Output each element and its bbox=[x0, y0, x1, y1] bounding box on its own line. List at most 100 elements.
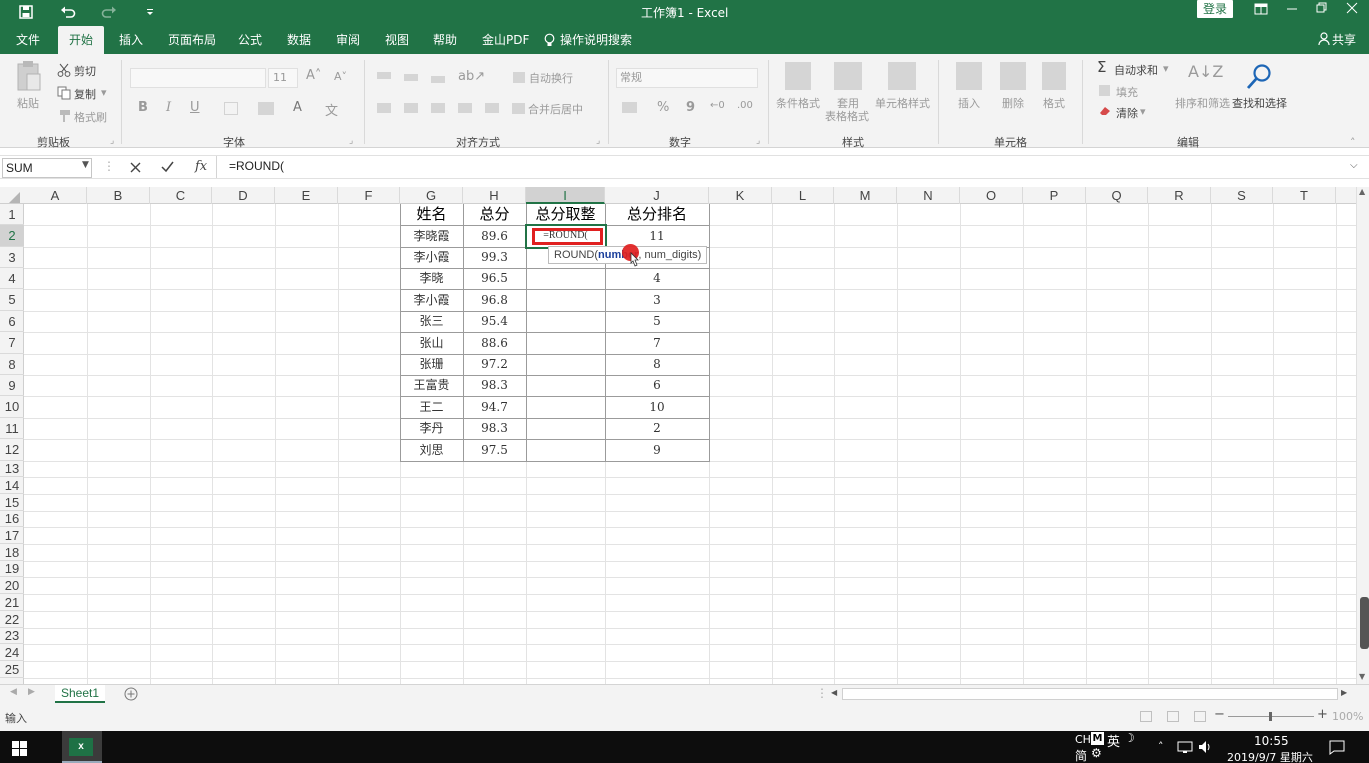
fill-button[interactable]: 填充 bbox=[1116, 84, 1138, 100]
clear-button[interactable]: 清除 bbox=[1116, 105, 1138, 121]
scroll-left-arrow[interactable]: ◀ bbox=[831, 688, 837, 697]
cut-button[interactable]: 剪切 bbox=[74, 63, 96, 79]
conditional-format-button[interactable]: 条件格式 bbox=[776, 95, 820, 111]
row-header-18[interactable]: 18 bbox=[0, 544, 24, 561]
column-header-A[interactable]: A bbox=[24, 187, 87, 204]
header-name[interactable]: 姓名 bbox=[400, 204, 463, 225]
name-box-dropdown-icon[interactable]: ▼ bbox=[82, 160, 89, 170]
cell-score[interactable]: 96.5 bbox=[463, 268, 526, 289]
alignment-launcher-icon[interactable]: ⌟ bbox=[596, 136, 600, 146]
tab-help[interactable]: 帮助 bbox=[433, 26, 457, 54]
scroll-right-arrow[interactable]: ▶ bbox=[1341, 688, 1347, 697]
row-header-3[interactable]: 3 bbox=[0, 247, 24, 268]
fill-color-icon[interactable] bbox=[258, 102, 274, 115]
cell-round[interactable] bbox=[526, 268, 605, 289]
row-header-22[interactable]: 22 bbox=[0, 611, 24, 628]
notification-icon[interactable] bbox=[1329, 740, 1345, 755]
sheet-tab-sheet1[interactable]: Sheet1 bbox=[55, 685, 105, 703]
sort-filter-button[interactable]: 排序和筛选 bbox=[1175, 95, 1230, 111]
cell-rank[interactable]: 9 bbox=[605, 439, 709, 461]
row-header-2[interactable]: 2 bbox=[0, 225, 24, 247]
column-header-G[interactable]: G bbox=[400, 187, 463, 204]
header-rank[interactable]: 总分排名 bbox=[605, 204, 709, 225]
scroll-up-arrow[interactable]: ▲ bbox=[1359, 187, 1365, 196]
column-header-B[interactable]: B bbox=[87, 187, 150, 204]
cell-round[interactable] bbox=[526, 439, 605, 461]
column-header-O[interactable]: O bbox=[960, 187, 1023, 204]
expand-formula-bar-icon[interactable]: ⌵ bbox=[1350, 160, 1358, 171]
cell-styles-button[interactable]: 单元格样式 bbox=[875, 95, 930, 111]
column-header-C[interactable]: C bbox=[150, 187, 212, 204]
cell-round[interactable] bbox=[526, 289, 605, 311]
page-layout-view-icon[interactable] bbox=[1167, 711, 1179, 722]
autosum-button[interactable]: 自动求和 bbox=[1114, 62, 1158, 78]
delete-cells-button[interactable]: 删除 bbox=[1002, 95, 1024, 111]
cell-name[interactable]: 李晓 bbox=[400, 268, 463, 289]
header-round[interactable]: 总分取整 bbox=[526, 204, 605, 225]
column-header-F[interactable]: F bbox=[338, 187, 400, 204]
save-icon[interactable] bbox=[19, 5, 33, 19]
cell-score[interactable]: 98.3 bbox=[463, 418, 526, 439]
copy-dropdown-icon[interactable]: ▾ bbox=[101, 86, 107, 99]
page-break-view-icon[interactable] bbox=[1194, 711, 1206, 722]
insert-cells-button[interactable]: 插入 bbox=[958, 95, 980, 111]
ime-m-icon[interactable]: M bbox=[1091, 732, 1104, 745]
insert-function-icon[interactable]: fx bbox=[195, 159, 207, 174]
zoom-level[interactable]: 100% bbox=[1332, 710, 1363, 723]
cell-styles-icon[interactable] bbox=[888, 62, 916, 90]
align-bottom-icon[interactable] bbox=[431, 76, 445, 83]
format-painter-button[interactable]: 格式刷 bbox=[74, 109, 107, 125]
name-box[interactable]: SUM bbox=[2, 158, 92, 178]
zoom-slider-handle[interactable] bbox=[1269, 712, 1272, 721]
next-sheet-icon[interactable]: ▶ bbox=[28, 687, 35, 697]
copy-icon[interactable] bbox=[57, 86, 71, 100]
accounting-format-icon[interactable] bbox=[622, 102, 637, 113]
sigma-icon[interactable]: Σ bbox=[1097, 58, 1106, 76]
ime-simplified-toggle[interactable]: 简 bbox=[1075, 747, 1087, 763]
cell-name[interactable]: 王富贵 bbox=[400, 375, 463, 396]
cell-name[interactable]: 张山 bbox=[400, 332, 463, 354]
format-cells-button[interactable]: 格式 bbox=[1043, 95, 1065, 111]
delete-cells-icon[interactable] bbox=[1000, 62, 1026, 90]
share-button[interactable]: 共享 bbox=[1332, 26, 1356, 54]
font-color-icon[interactable]: A bbox=[293, 100, 302, 115]
cell-score[interactable]: 99.3 bbox=[463, 247, 526, 268]
row-header-13[interactable]: 13 bbox=[0, 461, 24, 477]
cell-score[interactable]: 96.8 bbox=[463, 289, 526, 311]
borders-icon[interactable] bbox=[224, 102, 238, 115]
tab-file[interactable]: 文件 bbox=[16, 26, 40, 54]
tab-home[interactable]: 开始 bbox=[58, 26, 104, 54]
cell-name[interactable]: 张三 bbox=[400, 311, 463, 332]
column-header-M[interactable]: M bbox=[834, 187, 897, 204]
align-right-icon[interactable] bbox=[431, 103, 445, 113]
cell-round[interactable] bbox=[526, 396, 605, 418]
tab-insert[interactable]: 插入 bbox=[119, 26, 143, 54]
formula-input[interactable]: =ROUND( bbox=[229, 159, 284, 173]
column-header-E[interactable]: E bbox=[275, 187, 338, 204]
cell-score[interactable]: 89.6 bbox=[463, 225, 526, 247]
autosum-dropdown-icon[interactable]: ▾ bbox=[1163, 62, 1169, 75]
clear-dropdown-icon[interactable]: ▾ bbox=[1140, 105, 1146, 118]
conditional-format-icon[interactable] bbox=[785, 62, 811, 90]
tab-view[interactable]: 视图 bbox=[385, 26, 409, 54]
cell-name[interactable]: 张珊 bbox=[400, 354, 463, 375]
eraser-icon[interactable] bbox=[1099, 106, 1111, 116]
normal-view-icon[interactable] bbox=[1140, 711, 1152, 722]
decrease-decimal-icon[interactable]: .00 bbox=[737, 100, 753, 111]
row-header-12[interactable]: 12 bbox=[0, 439, 24, 461]
volume-icon[interactable] bbox=[1198, 740, 1213, 754]
cell-name[interactable]: 李丹 bbox=[400, 418, 463, 439]
clock-time[interactable]: 10:55 bbox=[1254, 734, 1289, 748]
cell-name[interactable]: 王二 bbox=[400, 396, 463, 418]
row-header-7[interactable]: 7 bbox=[0, 332, 24, 354]
taskbar-excel-button[interactable]: x bbox=[62, 731, 102, 763]
cell-name[interactable]: 李小霞 bbox=[400, 247, 463, 268]
column-header-D[interactable]: D bbox=[212, 187, 275, 204]
ime-english-toggle[interactable]: 英 bbox=[1107, 731, 1120, 750]
format-painter-icon[interactable] bbox=[57, 109, 71, 123]
fill-down-icon[interactable] bbox=[1099, 85, 1110, 96]
format-as-table-label-2[interactable]: 表格格式 bbox=[825, 108, 869, 124]
row-header-8[interactable]: 8 bbox=[0, 354, 24, 375]
tab-review[interactable]: 审阅 bbox=[336, 26, 360, 54]
decrease-indent-icon[interactable] bbox=[458, 103, 472, 113]
